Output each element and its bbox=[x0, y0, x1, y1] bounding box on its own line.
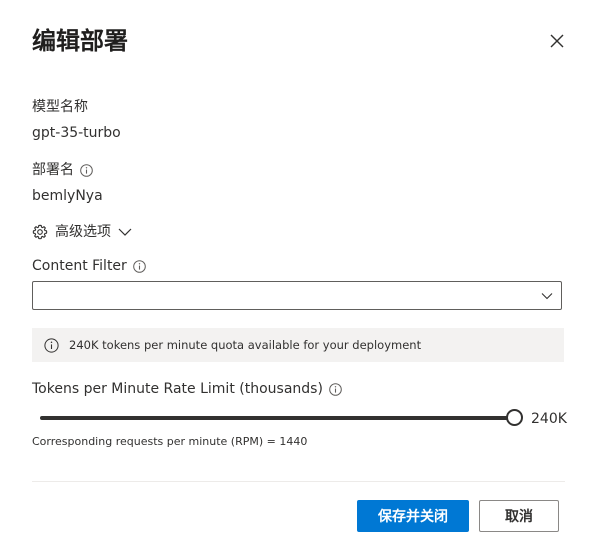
rate-limit-slider-track[interactable] bbox=[40, 416, 510, 420]
footer-divider bbox=[32, 481, 565, 482]
info-icon[interactable] bbox=[80, 163, 93, 177]
chevron-down-icon bbox=[118, 228, 132, 236]
cancel-button[interactable]: 取消 bbox=[479, 500, 559, 532]
deployment-name-label: 部署名 bbox=[32, 160, 93, 180]
quota-notice: 240K tokens per minute quota available f… bbox=[32, 328, 564, 362]
rate-limit-label-text: Tokens per Minute Rate Limit (thousands) bbox=[32, 381, 323, 397]
rate-limit-value: 240K bbox=[531, 411, 567, 427]
content-filter-label-text: Content Filter bbox=[32, 258, 127, 274]
content-filter-label: Content Filter bbox=[32, 256, 146, 276]
rate-limit-slider-thumb[interactable] bbox=[506, 409, 523, 426]
model-name-label-text: 模型名称 bbox=[32, 99, 88, 115]
quota-notice-text: 240K tokens per minute quota available f… bbox=[69, 338, 422, 352]
deployment-name-label-text: 部署名 bbox=[32, 162, 74, 178]
advanced-options-label: 高级选项 bbox=[55, 224, 111, 240]
close-button[interactable] bbox=[546, 30, 568, 52]
save-and-close-button[interactable]: 保存并关闭 bbox=[357, 500, 469, 532]
deployment-name-value: bemlyNya bbox=[32, 188, 103, 204]
advanced-options-toggle[interactable]: 高级选项 bbox=[32, 222, 132, 242]
gear-icon bbox=[32, 224, 48, 240]
info-icon[interactable] bbox=[329, 382, 342, 396]
chevron-down-icon bbox=[541, 293, 553, 300]
model-name-value: gpt-35-turbo bbox=[32, 125, 121, 141]
info-icon[interactable] bbox=[133, 259, 146, 273]
rpm-text: Corresponding requests per minute (RPM) … bbox=[32, 435, 308, 448]
model-name-label: 模型名称 bbox=[32, 97, 88, 117]
rate-limit-label: Tokens per Minute Rate Limit (thousands) bbox=[32, 379, 342, 399]
dialog-title: 编辑部署 bbox=[32, 27, 128, 55]
content-filter-dropdown[interactable] bbox=[32, 281, 562, 310]
close-icon bbox=[550, 34, 564, 48]
edit-deployment-dialog: 编辑部署 模型名称 gpt-35-turbo 部署名 bemlyNya 高级选项 bbox=[0, 0, 593, 555]
info-icon bbox=[44, 337, 59, 353]
